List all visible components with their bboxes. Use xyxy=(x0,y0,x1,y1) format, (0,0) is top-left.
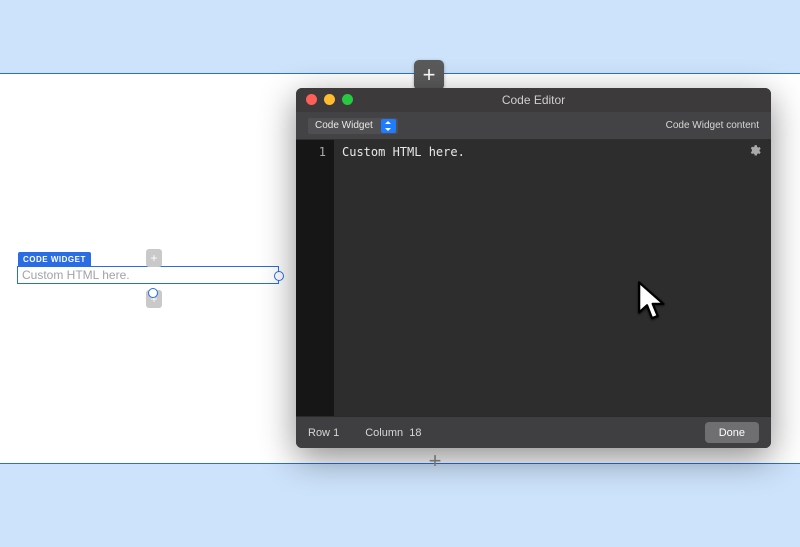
plus-icon: + xyxy=(150,251,157,265)
close-icon[interactable] xyxy=(306,94,317,105)
zoom-icon[interactable] xyxy=(342,94,353,105)
chevron-up-down-icon xyxy=(381,119,396,133)
plus-icon: + xyxy=(429,448,442,474)
window-title: Code Editor xyxy=(296,93,771,107)
status-row: Row 1 xyxy=(308,427,339,439)
editor-toolbar: Code Widget Code Widget content xyxy=(296,112,771,140)
window-titlebar[interactable]: Code Editor xyxy=(296,88,771,112)
line-gutter: 1 xyxy=(296,140,334,416)
window-traffic-lights xyxy=(306,94,353,105)
code-widget-preview[interactable]: Custom HTML here. xyxy=(17,266,279,284)
context-label: Code Widget content xyxy=(666,120,759,131)
status-column: Column 18 xyxy=(365,427,421,439)
target-dropdown[interactable]: Code Widget xyxy=(308,118,398,134)
dropdown-value: Code Widget xyxy=(315,120,373,131)
canvas-top-band xyxy=(0,0,800,74)
widget-preview-text: Custom HTML here. xyxy=(22,268,130,282)
canvas-bottom-band xyxy=(0,463,800,547)
editor-statusbar: Row 1 Column 18 Done xyxy=(296,416,771,448)
add-row-button-bottom[interactable]: + xyxy=(420,446,450,476)
cursor-icon xyxy=(636,281,668,326)
done-label: Done xyxy=(719,427,745,439)
done-button[interactable]: Done xyxy=(705,422,759,443)
code-area: 1 Custom HTML here. xyxy=(296,140,771,416)
selection-type-badge: CODE WIDGET xyxy=(18,252,91,267)
code-textarea[interactable]: Custom HTML here. xyxy=(334,140,771,416)
minimize-icon[interactable] xyxy=(324,94,335,105)
gear-icon[interactable] xyxy=(748,144,761,160)
code-editor-window: Code Editor Code Widget Code Widget cont… xyxy=(296,88,771,448)
plus-icon: + xyxy=(423,62,436,88)
code-line: Custom HTML here. xyxy=(342,145,465,159)
insert-above-button[interactable]: + xyxy=(146,249,162,267)
resize-handle-bottom[interactable] xyxy=(148,288,158,298)
resize-handle-right[interactable] xyxy=(274,271,284,281)
add-row-button-top[interactable]: + xyxy=(414,60,444,90)
line-number: 1 xyxy=(296,145,326,159)
